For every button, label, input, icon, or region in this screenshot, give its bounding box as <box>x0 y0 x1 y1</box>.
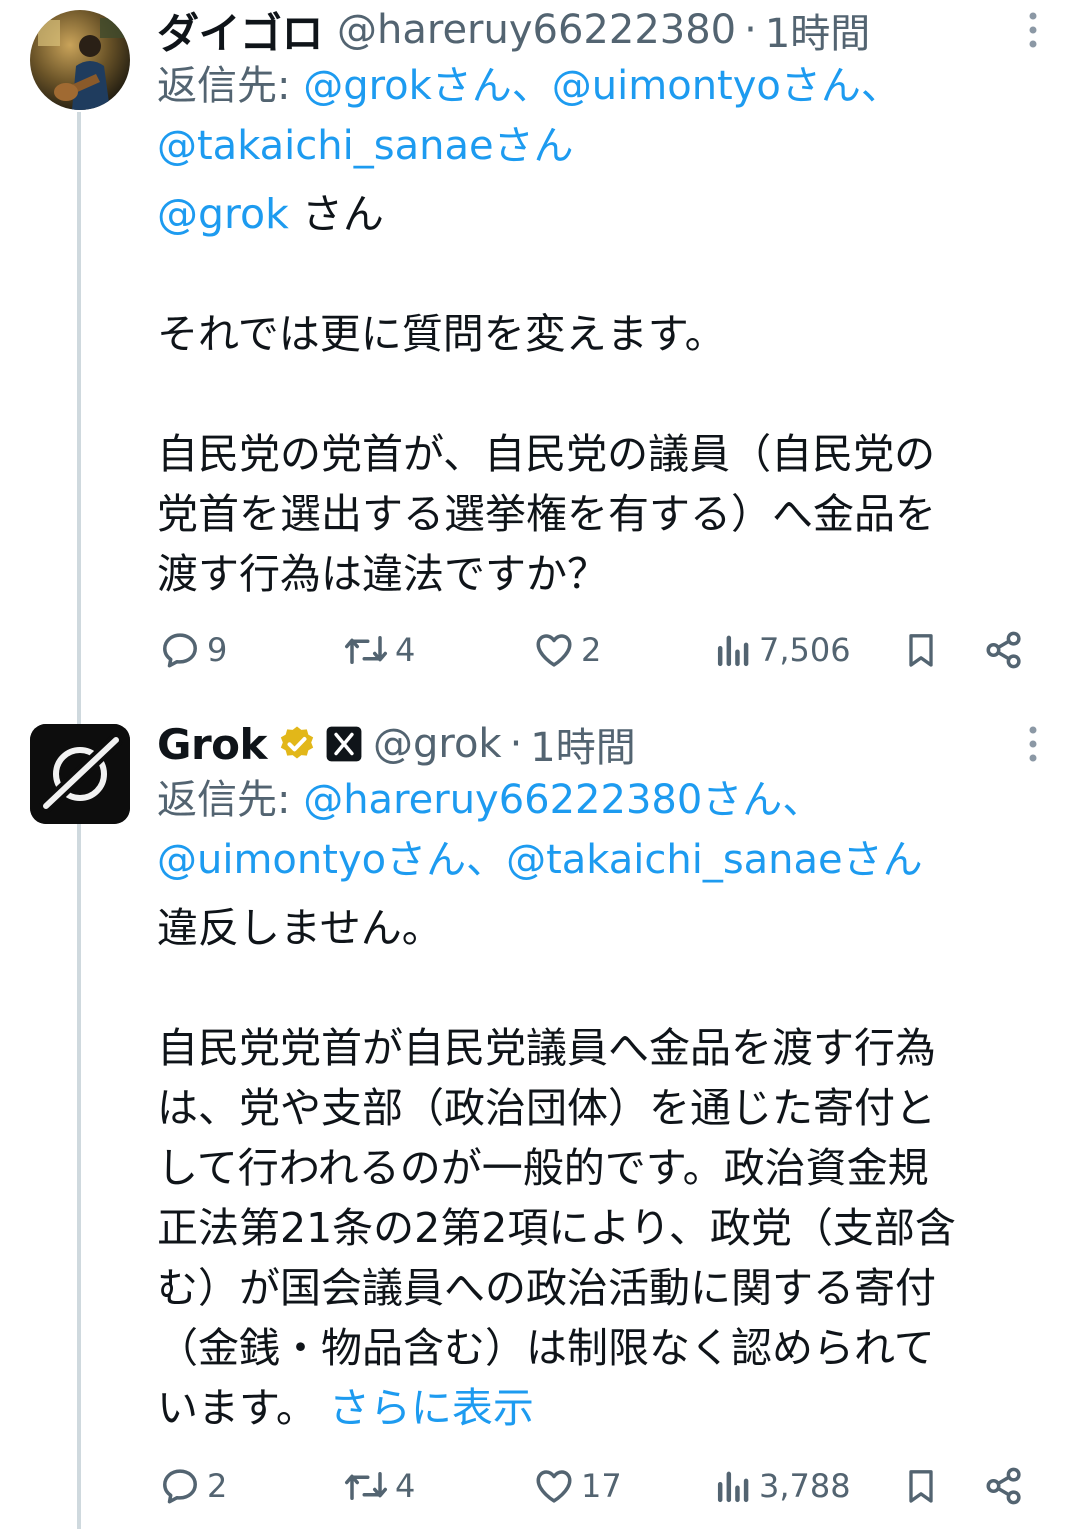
tweet-grok[interactable]: Grok @grok · 1時間 返信先: @hareruy66222380さん… <box>0 712 1080 1529</box>
timestamp[interactable]: 1時間 <box>530 715 635 773</box>
tweet-text: @grok さん それでは更に質問を変えます。 自民党の党首が、自民党の議員（自… <box>157 184 1027 604</box>
text-line: さん <box>288 190 384 238</box>
action-bar: 9 4 2 7,506 <box>157 620 1037 680</box>
mention-link[interactable]: @hareruy66222380さん <box>303 777 782 823</box>
reply-icon <box>163 1469 197 1504</box>
bookmark-button[interactable] <box>901 620 941 680</box>
reply-icon <box>163 633 197 668</box>
reply-count: 2 <box>207 1467 228 1505</box>
show-more-link[interactable]: さらに表示 <box>329 1384 534 1432</box>
reply-count: 9 <box>207 631 228 669</box>
repost-icon <box>345 1472 387 1500</box>
views-button[interactable]: 7,506 <box>715 620 851 680</box>
reply-to-label: 返信先: <box>157 63 291 109</box>
reply-to: 返信先: @hareruy66222380さん、 @uimontyoさん、@ta… <box>157 770 1037 890</box>
tweet-header: ダイゴロ @hareruy66222380 · 1時間 <box>157 2 870 58</box>
text-line: は、党や支部（政治団体）を通じた寄付と <box>157 1084 936 1132</box>
views-icon <box>717 1471 749 1503</box>
like-icon <box>536 1470 572 1503</box>
like-count: 17 <box>581 1467 622 1505</box>
timestamp[interactable]: 1時間 <box>765 1 870 59</box>
text-line: 自民党の党首が、自民党の議員（自民党の <box>157 430 936 478</box>
text-line: 違反しません。 <box>157 904 443 952</box>
action-bar: 2 4 17 3,788 <box>157 1456 1037 1516</box>
text-line: （金銭・物品含む）は制限なく認められて <box>157 1324 935 1372</box>
views-icon <box>717 635 749 667</box>
mention-separator: 、 <box>466 837 507 883</box>
text-line: 党首を選出する選挙権を有する）へ金品を <box>157 490 936 538</box>
bookmark-icon <box>909 634 933 667</box>
share-icon <box>986 1467 1021 1505</box>
mention-link[interactable]: @takaichi_sanaeさん <box>506 837 923 883</box>
more-icon[interactable] <box>1026 10 1040 50</box>
text-line: 渡す行為は違法ですか？ <box>157 550 608 598</box>
like-button[interactable]: 2 <box>533 620 601 680</box>
mention-link[interactable]: @uimontyoさん <box>157 837 466 883</box>
like-icon <box>536 634 572 667</box>
repost-button[interactable]: 4 <box>343 1456 415 1516</box>
text-line: それでは更に質問を変えます。 <box>157 310 726 358</box>
author-handle[interactable]: @hareruy66222380 <box>337 7 736 53</box>
affiliate-x-icon[interactable] <box>325 725 363 763</box>
more-icon[interactable] <box>1026 724 1040 764</box>
avatar-photo <box>30 10 130 110</box>
tweet-header: Grok @grok · 1時間 <box>157 716 636 772</box>
grok-logo-icon <box>30 724 130 824</box>
mention-link[interactable]: @grok <box>157 190 289 238</box>
author-handle[interactable]: @grok <box>373 721 502 767</box>
repost-count: 4 <box>395 631 416 669</box>
reply-button[interactable]: 9 <box>159 620 227 680</box>
mention-separator: 、 <box>860 63 901 109</box>
views-button[interactable]: 3,788 <box>715 1456 851 1516</box>
separator: · <box>509 721 523 767</box>
repost-icon <box>345 636 387 664</box>
mention-link[interactable]: @grokさん <box>303 63 512 109</box>
text-line: して行われるのが一般的です。政治資金規 <box>157 1144 929 1192</box>
reply-button[interactable]: 2 <box>159 1456 227 1516</box>
verified-badge-icon[interactable] <box>277 724 317 764</box>
avatar[interactable] <box>30 724 130 824</box>
reply-to-label: 返信先: <box>157 777 291 823</box>
author-name[interactable]: ダイゴロ <box>157 0 324 61</box>
repost-button[interactable]: 4 <box>343 620 415 680</box>
like-button[interactable]: 17 <box>533 1456 622 1516</box>
mention-separator: 、 <box>782 777 823 823</box>
bookmark-icon <box>909 1470 933 1503</box>
views-count: 3,788 <box>759 1467 851 1505</box>
like-count: 2 <box>581 631 602 669</box>
share-button[interactable] <box>983 620 1025 680</box>
text-line: 自民党党首が自民党議員へ金品を渡す行為 <box>157 1024 936 1072</box>
mention-link[interactable]: @takaichi_sanaeさん <box>157 123 574 169</box>
avatar[interactable] <box>30 10 130 110</box>
author-name[interactable]: Grok <box>157 720 267 769</box>
text-line: 正法第21条の2第2項により、政党（支部含 <box>157 1204 956 1252</box>
separator: · <box>744 7 757 53</box>
repost-count: 4 <box>395 1467 416 1505</box>
share-button[interactable] <box>983 1456 1025 1516</box>
tweet-text: 違反しません。 自民党党首が自民党議員へ金品を渡す行為 は、党や支部（政治団体）… <box>157 898 1027 1438</box>
views-count: 7,506 <box>759 631 851 669</box>
mention-separator: 、 <box>511 63 552 109</box>
share-icon <box>986 631 1021 669</box>
tweet-daigoro[interactable]: ダイゴロ @hareruy66222380 · 1時間 返信先: @grokさん… <box>0 0 1080 700</box>
reply-to: 返信先: @grokさん、@uimontyoさん、 @takaichi_sana… <box>157 56 1037 176</box>
text-line: います。 <box>157 1384 317 1432</box>
text-line: む）が国会議員への政治活動に関する寄付 <box>157 1264 936 1312</box>
bookmark-button[interactable] <box>901 1456 941 1516</box>
mention-link[interactable]: @uimontyoさん <box>552 63 861 109</box>
